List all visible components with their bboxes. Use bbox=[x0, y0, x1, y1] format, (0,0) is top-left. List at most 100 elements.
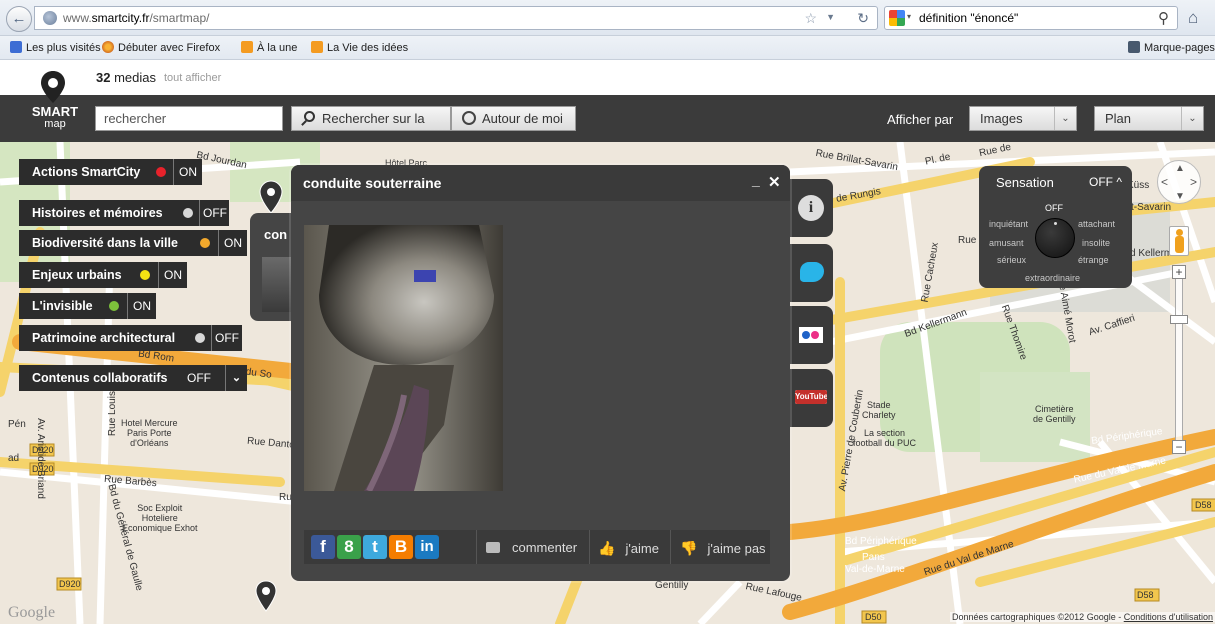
category-toggle[interactable]: ON bbox=[173, 159, 202, 185]
category-toggle[interactable]: OFF bbox=[211, 325, 242, 351]
pan-control[interactable]: ▲ < > ▼ bbox=[1157, 160, 1201, 204]
twitter-share-icon[interactable]: t bbox=[363, 535, 387, 559]
search-go-icon[interactable]: ⚲ bbox=[1158, 9, 1169, 27]
chevron-down-icon: ⌄ bbox=[1054, 107, 1076, 130]
category-toggle[interactable]: OFF bbox=[199, 200, 229, 226]
youtube-side-button[interactable]: YouTube bbox=[790, 369, 833, 427]
site-identity-icon[interactable] bbox=[43, 11, 57, 25]
category-histoires-memoires[interactable]: Histoires et mémoires OFF bbox=[19, 200, 229, 226]
bookmarks-menu[interactable]: Marque-pages bbox=[1128, 41, 1215, 54]
zoom-in-icon[interactable]: + bbox=[1172, 265, 1186, 279]
pan-left-icon[interactable]: < bbox=[1161, 175, 1168, 189]
display-by-label: Afficher par bbox=[887, 112, 954, 127]
category-patrimoine[interactable]: Patrimoine architectural OFF bbox=[19, 325, 242, 351]
category-biodiversite[interactable]: Biodiversité dans la ville ON bbox=[19, 230, 247, 256]
rss-icon bbox=[311, 41, 323, 53]
like-button[interactable]: 👍 j'aime bbox=[598, 540, 659, 557]
sensation-option[interactable]: insolite bbox=[1082, 238, 1110, 248]
display-by-select[interactable]: Images ⌄ bbox=[969, 106, 1077, 131]
sensation-option[interactable]: amusant bbox=[989, 238, 1024, 248]
road-shield: D920 bbox=[59, 579, 81, 589]
category-toggle[interactable]: ON bbox=[127, 293, 156, 319]
back-button[interactable]: ← bbox=[6, 6, 32, 32]
sensation-option[interactable]: extraordinaire bbox=[1025, 273, 1080, 283]
zoom-out-icon[interactable]: − bbox=[1172, 440, 1186, 454]
bookmark-star-icon[interactable]: ☆ bbox=[804, 10, 817, 27]
address-bar[interactable]: www.smartcity.fr/smartmap/ ☆ ▼ ↻ bbox=[34, 6, 878, 30]
map-marker-icon[interactable] bbox=[259, 180, 283, 214]
street-label: Pans bbox=[862, 552, 885, 563]
chevron-down-icon[interactable]: ⌄ bbox=[225, 365, 247, 391]
popup-title: conduite souterraine bbox=[303, 175, 442, 191]
category-toggle[interactable]: ON bbox=[158, 262, 187, 288]
blogger-share-icon[interactable]: B bbox=[389, 535, 413, 559]
search-button[interactable]: Rechercher sur la bbox=[291, 106, 451, 131]
google-plus-share-icon[interactable]: 8 bbox=[337, 535, 361, 559]
rss-icon bbox=[241, 41, 253, 53]
search-input[interactable] bbox=[95, 106, 283, 131]
sensation-option[interactable]: sérieux bbox=[997, 255, 1026, 265]
browser-search-field[interactable]: ▾ définition "énoncé" ⚲ bbox=[884, 6, 1178, 30]
tunnel-photo bbox=[304, 225, 503, 491]
home-icon[interactable]: ⌂ bbox=[1188, 8, 1198, 28]
zoom-slider-handle[interactable] bbox=[1170, 315, 1188, 324]
bookmark-a-la-une[interactable]: À la une bbox=[241, 41, 297, 54]
bookmark-most-visited[interactable]: Les plus visités bbox=[10, 41, 101, 54]
category-toggle[interactable]: ON bbox=[218, 230, 247, 256]
near-me-button[interactable]: Autour de moi bbox=[451, 106, 576, 131]
minimize-icon[interactable]: _ bbox=[752, 172, 760, 188]
history-dropdown-icon[interactable]: ▼ bbox=[826, 12, 835, 22]
reload-icon[interactable]: ↻ bbox=[857, 10, 869, 27]
media-photo[interactable] bbox=[304, 225, 503, 491]
smartmap-logo[interactable]: SMART map bbox=[25, 105, 85, 130]
pan-up-icon[interactable]: ▲ bbox=[1175, 163, 1185, 174]
street-label: ad bbox=[8, 453, 20, 464]
url-text[interactable]: www.smartcity.fr/smartmap/ bbox=[63, 11, 209, 25]
street-label: Val-de-Marne bbox=[845, 564, 905, 575]
linkedin-share-icon[interactable]: in bbox=[415, 535, 439, 559]
popup-header: conduite souterraine _ ✕ bbox=[291, 165, 790, 201]
twitter-side-button[interactable] bbox=[790, 244, 833, 302]
show-all-link[interactable]: tout afficher bbox=[164, 72, 221, 84]
dislike-button[interactable]: 👎 j'aime pas bbox=[680, 540, 766, 557]
google-logo: Google bbox=[8, 604, 56, 621]
search-query-text[interactable]: définition "énoncé" bbox=[919, 11, 1018, 25]
pan-down-icon[interactable]: ▼ bbox=[1175, 191, 1185, 202]
sensation-toggle[interactable]: OFF ^ bbox=[1089, 175, 1122, 189]
smartmap-pin-icon bbox=[41, 71, 65, 103]
search-engine-icon[interactable] bbox=[889, 10, 905, 26]
category-enjeux-urbains[interactable]: Enjeux urbains ON bbox=[19, 262, 187, 288]
street-view-pegman[interactable] bbox=[1169, 226, 1189, 256]
crosshair-icon bbox=[462, 111, 476, 125]
comment-button[interactable]: commenter bbox=[486, 540, 577, 555]
category-actions-smartcity[interactable]: Actions SmartCity ON bbox=[19, 159, 202, 185]
pan-right-icon[interactable]: > bbox=[1190, 175, 1197, 189]
info-icon: i bbox=[798, 195, 824, 221]
category-invisible[interactable]: L'invisible ON bbox=[19, 293, 156, 319]
category-toggle[interactable]: OFF bbox=[182, 365, 215, 391]
chevron-up-icon: ^ bbox=[1116, 175, 1122, 189]
search-engine-dropdown-icon[interactable]: ▾ bbox=[907, 12, 911, 21]
sensation-option[interactable]: inquiétant bbox=[989, 219, 1028, 229]
map-type-select[interactable]: Plan ⌄ bbox=[1094, 106, 1204, 131]
sensation-option[interactable]: étrange bbox=[1078, 255, 1109, 265]
map-credits: Données cartographiques ©2012 Google - C… bbox=[949, 612, 1215, 622]
flickr-side-button[interactable] bbox=[790, 306, 833, 364]
facebook-share-icon[interactable]: f bbox=[311, 535, 335, 559]
sensation-dial[interactable] bbox=[1035, 218, 1075, 258]
background-media-card[interactable]: con bbox=[250, 213, 295, 321]
zoom-slider-track[interactable] bbox=[1175, 277, 1183, 445]
bookmark-vie-des-idees[interactable]: La Vie des idées bbox=[311, 41, 408, 54]
info-side-button[interactable]: i bbox=[790, 179, 833, 237]
sensation-option[interactable]: attachant bbox=[1078, 219, 1115, 229]
terms-link[interactable]: Conditions d'utilisation bbox=[1124, 612, 1213, 622]
twitter-bird-icon bbox=[800, 262, 824, 282]
category-dot bbox=[140, 270, 150, 280]
close-icon[interactable]: ✕ bbox=[768, 173, 781, 191]
bookmark-getting-started[interactable]: Débuter avec Firefox bbox=[102, 41, 220, 54]
sensation-title: Sensation bbox=[996, 175, 1054, 190]
map-marker-icon[interactable] bbox=[255, 580, 277, 612]
firefox-icon bbox=[102, 41, 114, 53]
road-shield: D58 bbox=[1137, 590, 1154, 600]
category-contenus-collaboratifs[interactable]: Contenus collaboratifs OFF ⌄ bbox=[19, 365, 247, 391]
